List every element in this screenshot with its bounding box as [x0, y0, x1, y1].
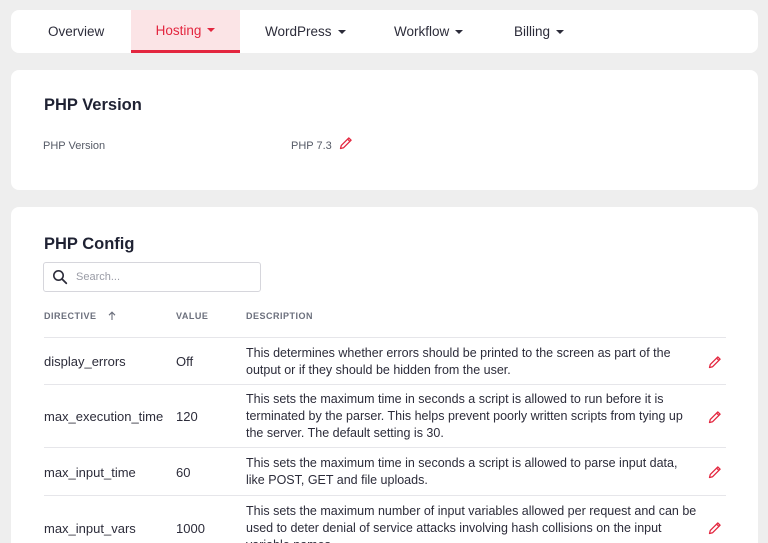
table-row: max_input_vars 1000 This sets the maximu…: [44, 495, 726, 543]
search-box: [43, 262, 261, 292]
tab-hosting[interactable]: Hosting: [131, 10, 240, 53]
arrow-up-icon: [108, 311, 115, 320]
directive-description: This sets the maximum time in seconds a …: [246, 456, 678, 487]
column-header-directive[interactable]: DIRECTIVE: [44, 311, 117, 321]
tab-label: Workflow: [394, 24, 450, 39]
caret-down-icon: [337, 29, 346, 34]
directive-name: display_errors: [44, 354, 126, 369]
column-header-value[interactable]: VALUE: [176, 311, 208, 321]
directive-value: 1000: [176, 521, 205, 536]
column-header-description: DESCRIPTION: [246, 311, 314, 321]
directive-value: 60: [176, 465, 191, 480]
tab-label: Hosting: [155, 22, 202, 38]
tab-label: Billing: [514, 24, 551, 39]
tab-wordpress[interactable]: WordPress: [265, 10, 346, 53]
table-row: display_errors Off This determines wheth…: [44, 337, 726, 384]
php-config-card: PHP Config DIRECTIVE VALUE DESCRIPTION d…: [11, 207, 758, 543]
caret-down-icon: [556, 29, 565, 34]
pencil-icon[interactable]: [707, 354, 723, 370]
directive-name: max_input_vars: [44, 521, 136, 536]
pencil-icon[interactable]: [707, 520, 723, 536]
table-row: max_input_time 60 This sets the maximum …: [44, 447, 726, 495]
php-version-value: PHP 7.3: [291, 140, 332, 152]
search-icon: [53, 270, 68, 285]
directive-value: Off: [176, 354, 194, 369]
column-label: DIRECTIVE: [44, 311, 97, 321]
nav-tabs: Overview Hosting WordPress Workflow Bill…: [11, 10, 758, 53]
directive-description: This determines whether errors should be…: [246, 346, 671, 377]
php-version-card: PHP Version PHP Version PHP 7.3: [11, 70, 758, 190]
directive-name: max_execution_time: [44, 409, 164, 424]
tab-overview[interactable]: Overview: [48, 10, 104, 53]
caret-down-icon: [455, 29, 464, 34]
directive-description: This sets the maximum number of input va…: [246, 504, 697, 543]
tab-label: Overview: [48, 24, 105, 39]
pencil-icon[interactable]: [707, 409, 723, 425]
tab-label: WordPress: [265, 24, 332, 39]
tab-billing[interactable]: Billing: [514, 10, 565, 53]
directive-description: This sets the maximum time in seconds a …: [246, 392, 683, 440]
directive-value: 120: [176, 409, 198, 424]
search-input[interactable]: [76, 271, 246, 283]
php-version-label: PHP Version: [43, 140, 106, 152]
pencil-icon[interactable]: [338, 135, 354, 151]
php-config-title: PHP Config: [44, 235, 135, 253]
php-version-title: PHP Version: [44, 96, 142, 114]
pencil-icon[interactable]: [707, 464, 723, 480]
directive-name: max_input_time: [44, 465, 136, 480]
table-row: max_execution_time 120 This sets the max…: [44, 384, 726, 447]
tab-workflow[interactable]: Workflow: [394, 10, 464, 53]
caret-down-icon: [207, 28, 216, 32]
